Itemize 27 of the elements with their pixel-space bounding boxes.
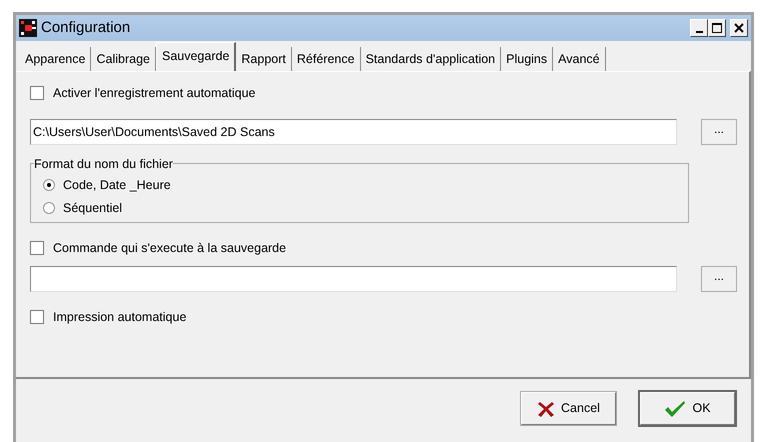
radio-button[interactable] bbox=[43, 179, 55, 192]
tab[interactable]: Sauvegarde bbox=[156, 42, 236, 71]
radio-label: Séquentiel bbox=[63, 200, 122, 217]
checkbox-label: Commande qui s'execute à la sauvegarde bbox=[53, 240, 286, 257]
maximize-button[interactable] bbox=[708, 19, 726, 37]
close-button[interactable] bbox=[730, 19, 748, 37]
window-title: Configuration bbox=[41, 18, 132, 38]
save-path-field[interactable]: C:\Users\User\Documents\Saved 2D Scans bbox=[30, 118, 677, 145]
minimize-icon bbox=[696, 31, 702, 33]
checkbox-label: Impression automatique bbox=[53, 308, 186, 326]
checkbox[interactable] bbox=[30, 241, 44, 256]
browse-button[interactable]: ... bbox=[701, 118, 737, 145]
cancel-button[interactable]: Cancel bbox=[521, 392, 616, 425]
checkbox[interactable] bbox=[30, 310, 44, 324]
checkbox-label: Activer l'enregistrement automatique bbox=[53, 85, 256, 102]
minimize-button[interactable] bbox=[690, 19, 708, 37]
browse-button[interactable]: ... bbox=[701, 266, 737, 292]
cross-icon bbox=[537, 400, 556, 418]
command-field[interactable] bbox=[30, 266, 677, 292]
maximize-icon bbox=[712, 23, 722, 33]
app-icon bbox=[19, 19, 37, 37]
checkbox[interactable] bbox=[30, 86, 44, 100]
ok-button[interactable]: OK bbox=[640, 392, 735, 425]
radio-label: Code, Date _Heure bbox=[63, 176, 171, 194]
close-icon bbox=[734, 23, 744, 33]
checkmark-icon bbox=[664, 400, 686, 418]
radio-button[interactable] bbox=[43, 202, 55, 214]
